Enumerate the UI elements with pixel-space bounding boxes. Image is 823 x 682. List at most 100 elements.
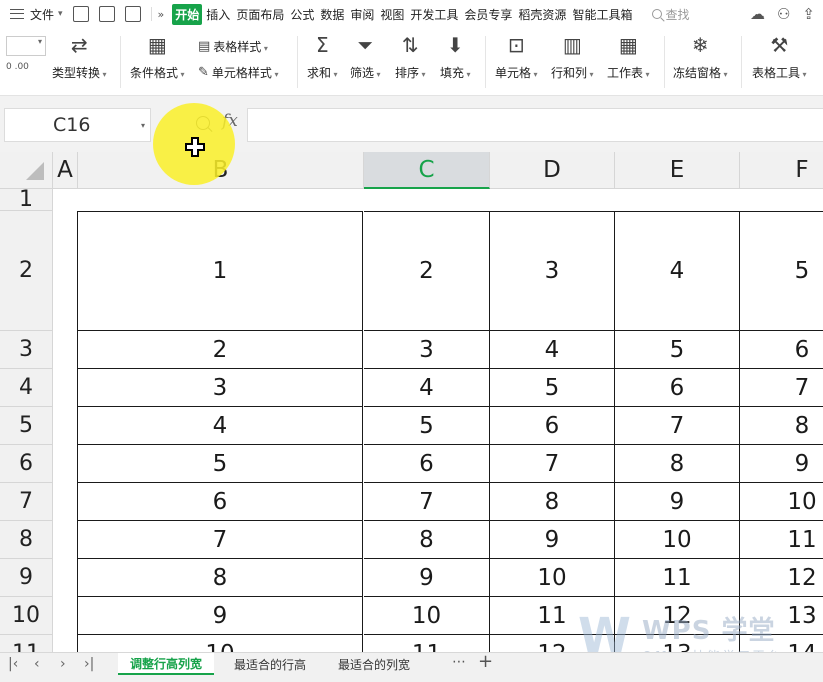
tab-review[interactable]: 审阅 [348,6,376,23]
cell-d9[interactable]: 10 [490,559,615,597]
add-sheet-icon[interactable]: + [478,651,493,672]
column-header-c[interactable]: C [364,152,490,189]
cell-button[interactable]: ⊡ 单元格 [495,32,538,81]
type-convert-button[interactable]: ⇄ 类型转换 [52,32,107,81]
cell-b11[interactable]: 10 [77,635,363,652]
sheet-tab-best-row-height[interactable]: 最适合的行高 [222,653,318,675]
cell-e9[interactable]: 11 [615,559,740,597]
last-sheet-icon[interactable]: ›| [84,656,94,672]
cell-f8[interactable]: 11 [740,521,823,559]
decrease-decimal-icon[interactable]: 0 .00 [6,62,29,72]
cell-d8[interactable]: 9 [490,521,615,559]
row-col-button[interactable]: ▥ 行和列 [551,32,594,81]
conditional-format-button[interactable]: ▦ 条件格式 [130,32,185,81]
cell-d1[interactable] [490,189,615,211]
tab-developer[interactable]: 开发工具 [408,6,460,23]
cell-c10[interactable]: 10 [364,597,490,635]
cell-b8[interactable]: 7 [77,521,363,559]
cell-c1[interactable] [364,189,490,211]
tab-insert[interactable]: 插入 [204,6,232,23]
cell-c8[interactable]: 8 [364,521,490,559]
cell-f2[interactable]: 5 [740,211,823,331]
cell-e6[interactable]: 8 [615,445,740,483]
cell-f3[interactable]: 6 [740,331,823,369]
cell-b3[interactable]: 2 [77,331,363,369]
cell-c2[interactable]: 2 [364,211,490,331]
row-header-2[interactable]: 2 [0,211,53,331]
row-header-6[interactable]: 6 [0,445,53,483]
cell-c4[interactable]: 4 [364,369,490,407]
cell-b10[interactable]: 9 [77,597,363,635]
fill-button[interactable]: ⬇ 填充 [440,32,471,81]
cell-d2[interactable]: 3 [490,211,615,331]
table-tools-button[interactable]: ⚒ 表格工具 [752,32,807,81]
formula-input[interactable] [247,108,823,142]
cloud-sync-icon[interactable]: ☁ [750,5,765,23]
share-icon[interactable]: ⇪ [802,5,815,23]
table-style-button[interactable]: ▤ 表格样式 [198,38,268,55]
sum-button[interactable]: Σ 求和 [307,32,338,81]
cell-c7[interactable]: 7 [364,483,490,521]
cell-d7[interactable]: 8 [490,483,615,521]
column-header-f[interactable]: F [740,152,823,189]
cell-f6[interactable]: 9 [740,445,823,483]
cell-b9[interactable]: 8 [77,559,363,597]
cell-f4[interactable]: 7 [740,369,823,407]
cell-f1[interactable] [740,189,823,211]
cell-d4[interactable]: 5 [490,369,615,407]
cell-c6[interactable]: 6 [364,445,490,483]
tab-docer[interactable]: 稻壳资源 [516,6,568,23]
cell-b7[interactable]: 6 [77,483,363,521]
search-box[interactable]: 查找 [652,6,689,23]
cell-e1[interactable] [615,189,740,211]
tab-formulas[interactable]: 公式 [288,6,316,23]
sheet-tab-best-col-width[interactable]: 最适合的列宽 [326,653,422,675]
tab-page-layout[interactable]: 页面布局 [234,6,286,23]
row-header-3[interactable]: 3 [0,331,53,369]
cell-b2[interactable]: 1 [77,211,363,331]
cell-e4[interactable]: 6 [615,369,740,407]
collaborate-icon[interactable]: ⚇ [777,5,790,23]
chevron-down-icon[interactable]: ▾ [141,121,145,130]
cell-b4[interactable]: 3 [77,369,363,407]
cell-e5[interactable]: 7 [615,407,740,445]
column-header-a[interactable]: A [53,152,78,189]
prev-sheet-icon[interactable]: ‹ [34,656,40,672]
cell-d3[interactable]: 4 [490,331,615,369]
cell-e3[interactable]: 5 [615,331,740,369]
worksheet-button[interactable]: ▦ 工作表 [607,32,650,81]
cell-f7[interactable]: 10 [740,483,823,521]
print-icon[interactable] [124,6,141,22]
first-sheet-icon[interactable]: |‹ [8,656,18,672]
name-box[interactable]: C16 ▾ [4,108,151,142]
row-header-7[interactable]: 7 [0,483,53,521]
more-quick-access-icon[interactable]: » [158,8,165,21]
tab-view[interactable]: 视图 [378,6,406,23]
row-header-4[interactable]: 4 [0,369,53,407]
number-format-dropdown[interactable]: ▾ [6,36,46,56]
row-header-8[interactable]: 8 [0,521,53,559]
cell-style-button[interactable]: ✎ 单元格样式 [198,64,278,81]
next-sheet-icon[interactable]: › [60,656,66,672]
row-header-10[interactable]: 10 [0,597,53,635]
cell-c5[interactable]: 5 [364,407,490,445]
tab-smart-tools[interactable]: 智能工具箱 [570,6,634,23]
cell-e2[interactable]: 4 [615,211,740,331]
cell-c9[interactable]: 9 [364,559,490,597]
cell-e7[interactable]: 9 [615,483,740,521]
cell-c3[interactable]: 3 [364,331,490,369]
row-header-9[interactable]: 9 [0,559,53,597]
tab-data[interactable]: 数据 [318,6,346,23]
cell-d5[interactable]: 6 [490,407,615,445]
spreadsheet-grid[interactable]: ABCDEF1212345323456434567545678656789767… [0,152,823,652]
select-all-corner[interactable] [0,152,53,189]
tab-home[interactable]: 开始 [172,3,203,25]
file-menu[interactable]: 文件 ▾ [0,6,63,23]
cell-e8[interactable]: 10 [615,521,740,559]
tab-member[interactable]: 会员专享 [462,6,514,23]
cell-c11[interactable]: 11 [364,635,490,652]
sheet-tab-adjust-row-col[interactable]: 调整行高列宽 [118,653,215,675]
freeze-panes-button[interactable]: ❄ 冻结窗格 [673,32,728,81]
row-header-11[interactable]: 11 [0,635,53,652]
export-pdf-icon[interactable] [98,6,115,22]
